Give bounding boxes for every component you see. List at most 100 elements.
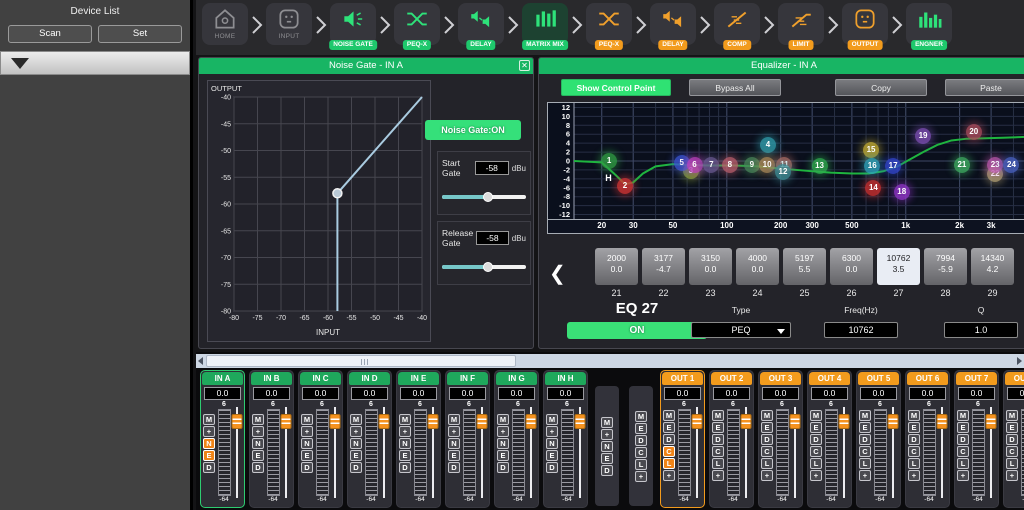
channel-button-+[interactable]: + [399,426,411,437]
gate-slider-handle[interactable] [483,192,493,202]
gate-slider-handle[interactable] [483,262,493,272]
bypass-all-button[interactable]: Bypass All [689,79,781,96]
eq-control-point-4[interactable]: 4 [760,137,776,153]
channel-button-e[interactable]: E [546,450,558,461]
channel-strip-in-e[interactable]: IN E0.0M+NED6-64 [396,370,441,508]
channel-button-d[interactable]: D [546,462,558,473]
channel-button-m[interactable]: M [399,414,411,425]
channel-button-+[interactable]: + [252,426,264,437]
toolbar-item-delay-in[interactable]: DELAY [458,3,504,45]
eq-control-point-16[interactable]: 16 [864,158,880,174]
toolbar-item-comp[interactable]: COMP [714,3,760,45]
channel-button-+[interactable]: + [546,426,558,437]
eq-on-button[interactable]: ON [567,322,707,339]
fader-handle[interactable] [839,414,850,429]
channel-button-e[interactable]: E [810,422,822,433]
toolbar-item-delay-out[interactable]: DELAY [650,3,696,45]
eq-control-point-12[interactable]: 12 [775,164,791,180]
type-dropdown[interactable]: PEQ [691,322,791,338]
channel-button-d[interactable]: D [350,462,362,473]
channel-gain-value[interactable]: 0.0 [253,387,290,400]
band-prev-arrow[interactable]: ❮ [549,254,565,294]
channel-button-d[interactable]: D [908,434,920,445]
channel-button-m[interactable]: M [663,410,675,421]
fader-handle[interactable] [888,414,899,429]
bus-button-n[interactable]: N [601,441,613,452]
channel-gain-value[interactable]: 0.0 [713,387,750,400]
channel-button-m[interactable]: M [497,414,509,425]
eq-control-point-19[interactable]: 19 [915,128,931,144]
toolbar-item-matrix-mix[interactable]: MATRIX MIX [522,3,568,45]
channel-button-m[interactable]: M [301,414,313,425]
channel-gain-value[interactable]: 0.0 [1007,387,1024,400]
channel-strip-out-5[interactable]: OUT 50.0MEDCL+6-64 [856,370,901,508]
channel-button-e[interactable]: E [957,422,969,433]
channel-button-l[interactable]: L [663,458,675,469]
bus-button-c[interactable]: C [635,447,647,458]
close-icon[interactable]: ✕ [519,60,530,71]
eq-control-point-17[interactable]: 17 [885,158,901,174]
eq-control-point-14[interactable]: 14 [865,180,881,196]
bus-button-l[interactable]: L [635,459,647,470]
channel-button-n[interactable]: N [203,438,215,449]
channel-gain-value[interactable]: 0.0 [860,387,897,400]
channel-strip-out-6[interactable]: OUT 60.0MEDCL+6-64 [905,370,950,508]
channel-button-d[interactable]: D [497,462,509,473]
channel-button-l[interactable]: L [957,458,969,469]
toolbar-item-peq-x-out[interactable]: PEQ-X [586,3,632,45]
eq-control-point-1[interactable]: 1 [601,153,617,169]
channel-button-e[interactable]: E [252,450,264,461]
channel-strip-out-1[interactable]: OUT 10.0MEDCL+6-64 [660,370,705,508]
channel-button-+[interactable]: + [301,426,313,437]
channel-button-+[interactable]: + [497,426,509,437]
channel-strip-out-2[interactable]: OUT 20.0MEDCL+6-64 [709,370,754,508]
channel-button-d[interactable]: D [252,462,264,473]
channel-button-m[interactable]: M [448,414,460,425]
channel-strip-in-f[interactable]: IN F0.0M+NED6-64 [445,370,490,508]
channel-button-+[interactable]: + [761,470,773,481]
channel-button-+[interactable]: + [859,470,871,481]
channel-strip-in-b[interactable]: IN B0.0M+NED6-64 [249,370,294,508]
toolbar-item-input[interactable]: INPUT [266,3,312,45]
channel-button-+[interactable]: + [810,470,822,481]
channel-button-+[interactable]: + [448,426,460,437]
band-cell-26[interactable]: 63000.0 [830,248,873,285]
channel-button-d[interactable]: D [712,434,724,445]
channel-button-+[interactable]: + [712,470,724,481]
channel-gain-value[interactable]: 0.0 [204,387,241,400]
channel-button-c[interactable]: C [663,446,675,457]
channel-button-+[interactable]: + [350,426,362,437]
channel-button-c[interactable]: C [957,446,969,457]
fader-handle[interactable] [986,414,997,429]
channel-gain-value[interactable]: 0.0 [498,387,535,400]
fader-handle[interactable] [575,414,586,429]
device-dropdown[interactable] [0,51,190,75]
channel-button-m[interactable]: M [957,410,969,421]
channel-button-d[interactable]: D [301,462,313,473]
equalizer-titlebar[interactable]: Equalizer - IN A [539,58,1024,74]
fader-handle[interactable] [232,414,243,429]
channel-button-l[interactable]: L [712,458,724,469]
channel-button-n[interactable]: N [448,438,460,449]
toolbar-item-noise-gate[interactable]: NOISE GATE [330,3,376,45]
eq-control-point-18[interactable]: 18 [894,184,910,200]
toolbar-item-limit[interactable]: LIMIT [778,3,824,45]
channel-gain-value[interactable]: 0.0 [664,387,701,400]
gate-slider[interactable] [442,192,526,202]
channel-button-c[interactable]: C [761,446,773,457]
band-cell-29[interactable]: 143404.2 [971,248,1014,285]
channel-button-l[interactable]: L [810,458,822,469]
bus-button-e[interactable]: E [635,423,647,434]
channel-button-c[interactable]: C [908,446,920,457]
channel-button-n[interactable]: N [399,438,411,449]
channel-strip-in-d[interactable]: IN D0.0M+NED6-64 [347,370,392,508]
channel-button-m[interactable]: M [712,410,724,421]
fader-handle[interactable] [741,414,752,429]
channel-strip-out-4[interactable]: OUT 40.0MEDCL+6-64 [807,370,852,508]
channel-gain-value[interactable]: 0.0 [762,387,799,400]
channel-button-d[interactable]: D [859,434,871,445]
eq-control-point-9[interactable]: 9 [744,157,760,173]
scrollbar-thumb[interactable] [206,355,516,367]
channel-button-+[interactable]: + [1006,470,1018,481]
eq-control-point-15[interactable]: 15 [863,142,879,158]
